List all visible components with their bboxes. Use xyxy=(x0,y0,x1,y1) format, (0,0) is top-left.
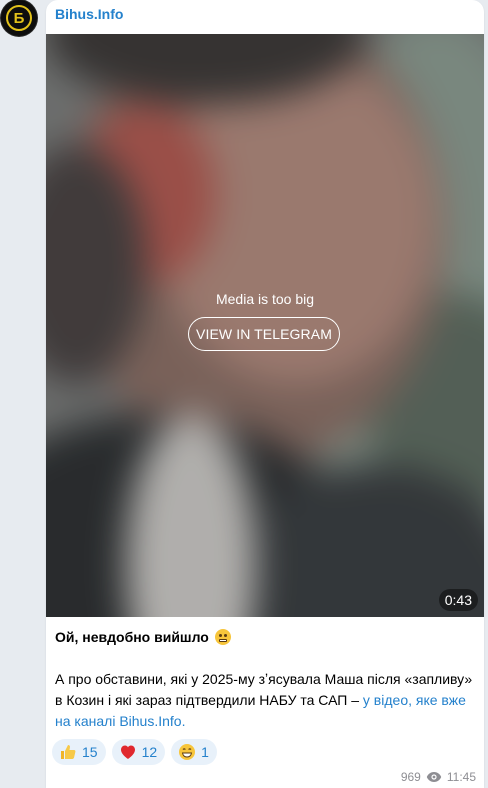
reactions-bar: 15 12 1 xyxy=(52,739,217,765)
reaction-count: 1 xyxy=(201,744,209,760)
reaction-count: 12 xyxy=(141,744,158,760)
message-title: Ой, невдобно вийшло xyxy=(55,629,209,645)
red-heart-icon xyxy=(119,743,137,761)
channel-avatar[interactable]: Б xyxy=(1,0,37,36)
video-preview[interactable]: Media is too big VIEW IN TELEGRAM 0:43 xyxy=(46,34,484,617)
eye-icon xyxy=(426,771,442,783)
channel-feed: Б Bihus.Info Media is too big VIEW IN TE… xyxy=(0,0,488,788)
thumbs-up-icon xyxy=(59,743,77,761)
reaction-count: 15 xyxy=(82,744,98,760)
video-duration-badge: 0:43 xyxy=(438,589,478,611)
message-text: Ой, невдобно вийшло А про обставини, які… xyxy=(55,627,477,732)
message-time: 11:45 xyxy=(446,770,476,784)
message-bubble: Bihus.Info Media is too big VIEW IN TELE… xyxy=(46,0,484,788)
reaction-heart[interactable]: 12 xyxy=(111,739,166,765)
view-in-telegram-button[interactable]: VIEW IN TELEGRAM xyxy=(188,317,340,351)
view-count: 969 xyxy=(400,770,421,784)
reaction-thumbs-up[interactable]: 15 xyxy=(52,739,106,765)
grimacing-face-icon xyxy=(214,629,231,645)
grinning-face-icon xyxy=(178,743,196,761)
media-too-big-notice: Media is too big xyxy=(215,291,315,307)
reaction-grin[interactable]: 1 xyxy=(171,739,217,765)
message-meta: 969 11:45 xyxy=(401,770,476,784)
channel-name-link[interactable]: Bihus.Info xyxy=(55,6,123,22)
avatar-logo-icon: Б xyxy=(6,5,32,31)
avatar-letter: Б xyxy=(13,9,25,27)
